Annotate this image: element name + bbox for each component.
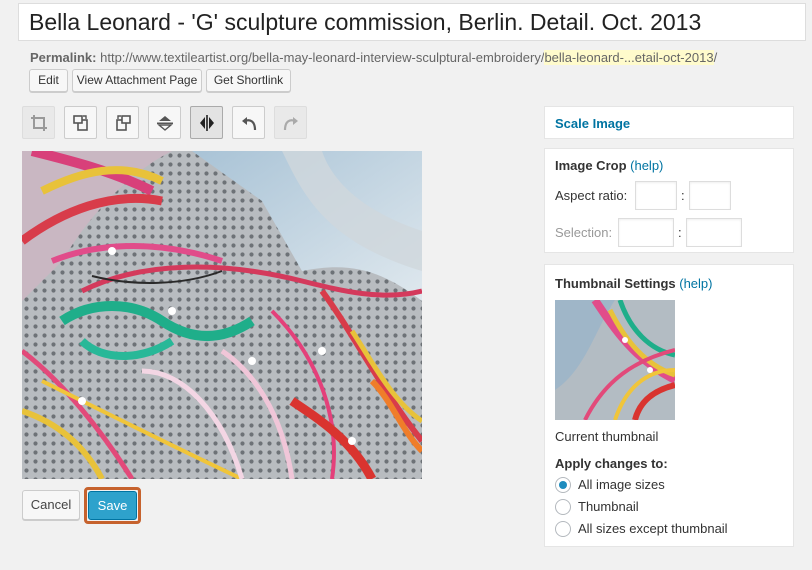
rotate-left-button[interactable] <box>64 106 97 139</box>
radio-label-all-image-sizes[interactable]: All image sizes <box>578 477 665 492</box>
image-crop-panel: Image Crop (help) Aspect ratio: : Select… <box>544 148 794 253</box>
image-crop-title: Image Crop <box>555 158 627 173</box>
permalink-row: Permalink: http://www.textileartist.org/… <box>30 50 717 65</box>
rotate-right-button[interactable] <box>106 106 139 139</box>
radio-label-all-sizes-except-thumbnail[interactable]: All sizes except thumbnail <box>578 521 728 536</box>
thumbnail-settings-panel: Thumbnail Settings (help) Current thumbn… <box>544 264 794 547</box>
radio-thumbnail[interactable] <box>555 499 571 515</box>
selection-width-input[interactable] <box>618 218 674 247</box>
flip-vertical-button[interactable] <box>148 106 181 139</box>
selection-separator: : <box>678 225 682 240</box>
thumbnail-settings-title: Thumbnail Settings <box>555 276 676 291</box>
image-crop-heading: Image Crop (help) <box>555 158 663 173</box>
current-thumbnail-label: Current thumbnail <box>555 429 659 444</box>
permalink-base-url: http://www.textileartist.org/bella-may-l… <box>100 50 545 65</box>
image-preview[interactable] <box>22 151 422 479</box>
current-thumbnail-image <box>555 300 675 420</box>
radio-label-thumbnail[interactable]: Thumbnail <box>578 499 639 514</box>
redo-button[interactable] <box>274 106 307 139</box>
crop-button[interactable] <box>22 106 55 139</box>
rotate-right-icon <box>115 114 131 131</box>
radio-all-sizes-except-thumbnail[interactable] <box>555 521 571 537</box>
permalink-trailing: / <box>713 50 718 65</box>
flip-horizontal-button[interactable] <box>190 106 223 139</box>
thumbnail-photo <box>555 300 675 420</box>
selection-label: Selection: <box>555 225 613 240</box>
flip-horizontal-icon <box>199 114 214 131</box>
redo-icon <box>283 116 298 130</box>
selection-height-input[interactable] <box>686 218 742 247</box>
embroidery-photo <box>22 151 422 479</box>
undo-icon <box>241 116 256 130</box>
save-button[interactable]: Save <box>88 491 137 520</box>
undo-button[interactable] <box>232 106 265 139</box>
aspect-ratio-width-input[interactable] <box>635 181 677 210</box>
rotate-left-icon <box>72 114 88 131</box>
get-shortlink-button[interactable]: Get Shortlink <box>206 69 291 92</box>
edit-permalink-button[interactable]: Edit <box>29 69 68 92</box>
apply-changes-label: Apply changes to: <box>555 456 668 471</box>
thumbnail-help-link[interactable]: (help) <box>679 276 712 291</box>
radio-all-image-sizes[interactable] <box>555 477 571 493</box>
aspect-ratio-height-input[interactable] <box>689 181 731 210</box>
scale-image-panel[interactable]: Scale Image <box>544 106 794 139</box>
scale-image-title[interactable]: Scale Image <box>555 116 630 131</box>
view-attachment-page-button[interactable]: View Attachment Page <box>72 69 202 92</box>
crop-icon <box>30 114 47 131</box>
permalink-label: Permalink: <box>30 50 97 65</box>
flip-vertical-icon <box>156 115 173 131</box>
aspect-ratio-separator: : <box>681 188 685 203</box>
cancel-button[interactable]: Cancel <box>22 490 80 520</box>
permalink-slug[interactable]: bella-leonard-...etail-oct-2013 <box>544 50 714 65</box>
thumbnail-settings-heading: Thumbnail Settings (help) <box>555 276 713 291</box>
image-crop-help-link[interactable]: (help) <box>630 158 663 173</box>
save-button-highlight: Save <box>84 487 141 524</box>
aspect-ratio-label: Aspect ratio: <box>555 188 628 203</box>
post-title-input[interactable]: Bella Leonard - 'G' sculpture commission… <box>18 3 806 41</box>
